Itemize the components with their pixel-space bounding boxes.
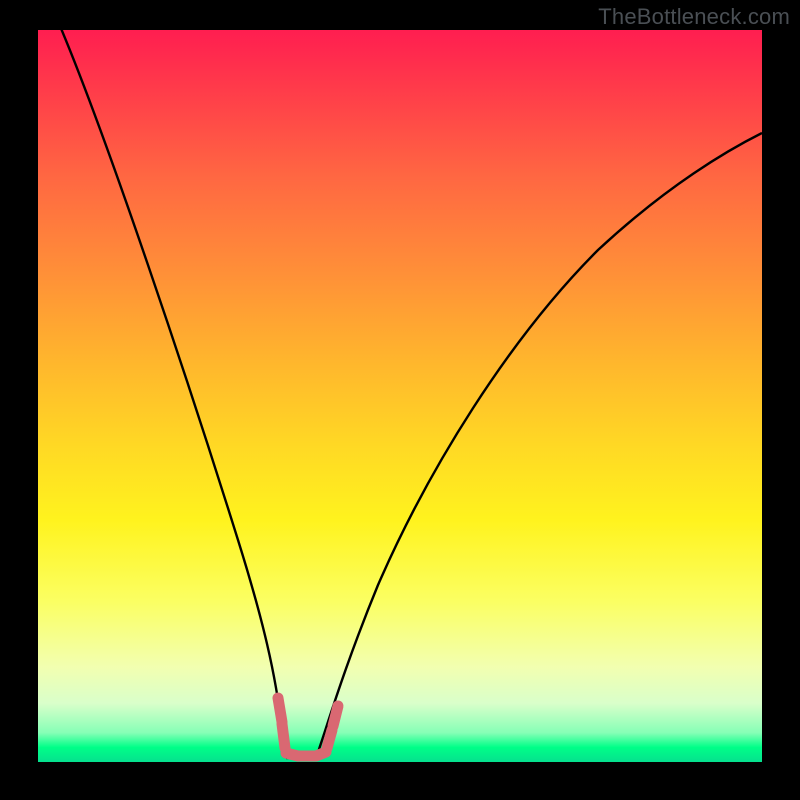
mark-v2 xyxy=(282,724,285,748)
chart-frame: { "watermark": "TheBottleneck.com", "col… xyxy=(0,0,800,800)
mark-v1 xyxy=(278,698,282,722)
mark-r1 xyxy=(327,730,332,748)
watermark-text: TheBottleneck.com xyxy=(598,4,790,30)
marker-layer xyxy=(38,30,762,762)
mark-r2 xyxy=(333,706,338,726)
